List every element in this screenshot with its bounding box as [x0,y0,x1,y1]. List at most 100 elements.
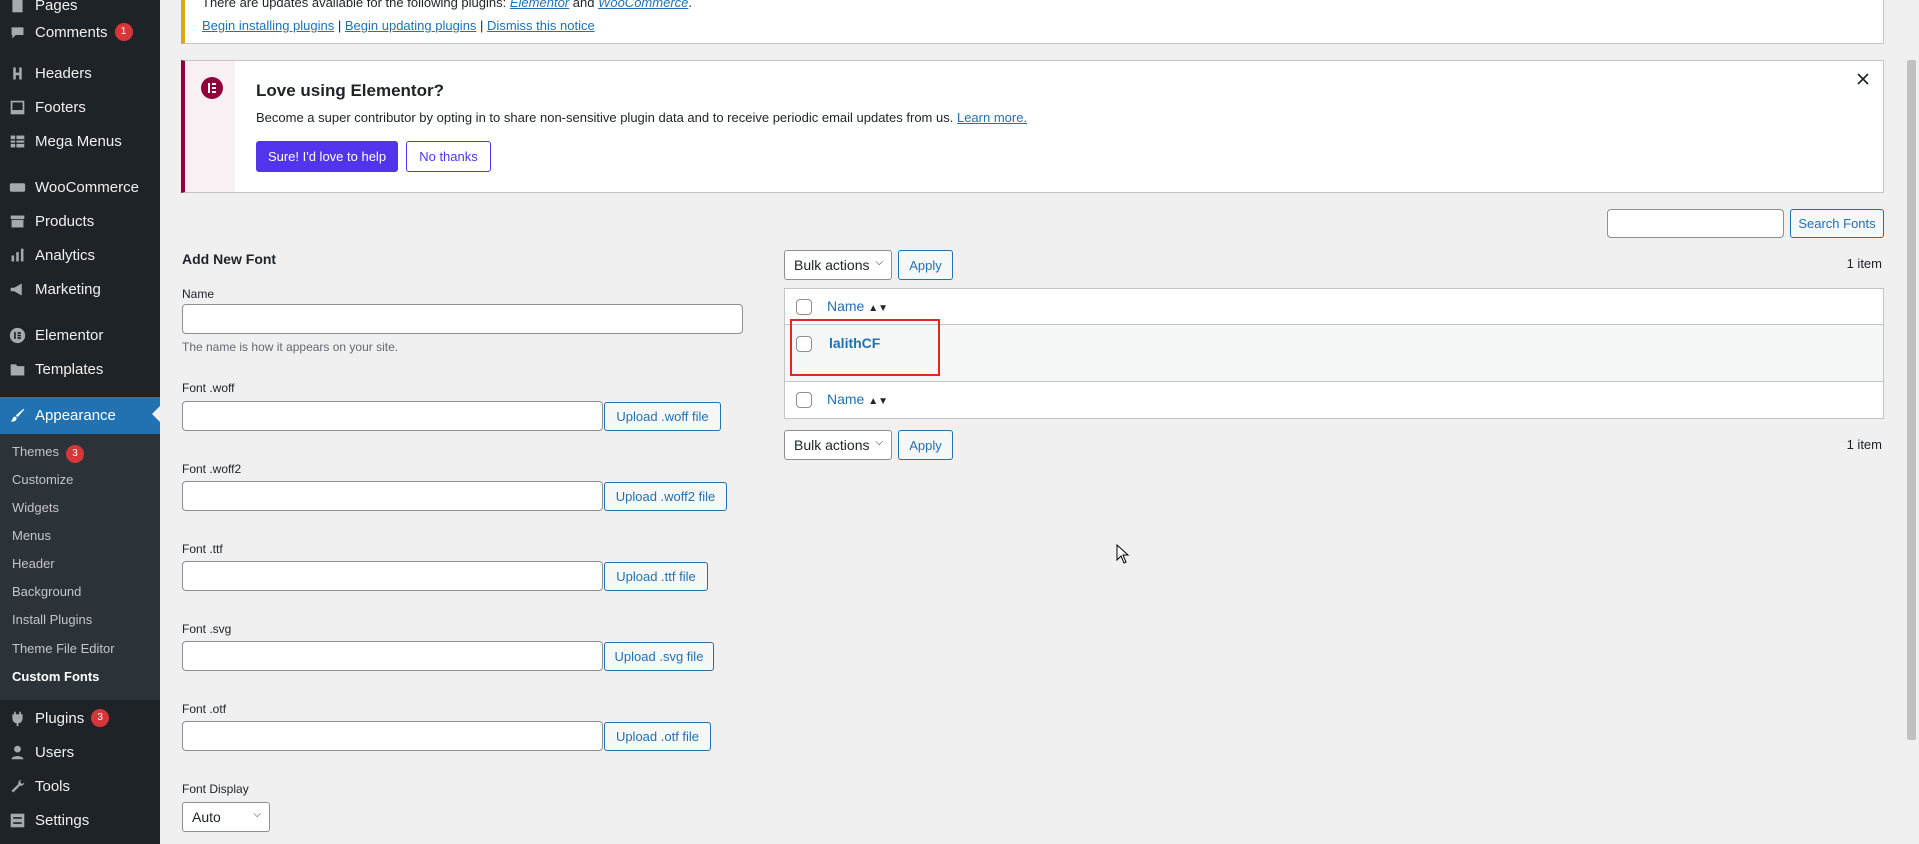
font-display-select[interactable]: Auto ⌵ [182,802,270,832]
table-icon [10,135,25,148]
paintbrush-icon [10,408,25,422]
upload-ttf-button[interactable]: Upload .ttf file [604,562,708,591]
submenu-theme-file-editor[interactable]: Theme File Editor [12,639,115,659]
submenu-customize[interactable]: Customize [12,470,73,490]
settings-icon [10,813,25,828]
elementor-plugin-link[interactable]: Elementor [510,0,569,10]
table-row: lalithCF [785,319,1883,382]
upload-woff-button[interactable]: Upload .woff file [604,402,721,431]
bulk-actions-value: Bulk actions [794,257,870,273]
upload-otf-button[interactable]: Upload .otf file [604,722,711,751]
font-ttf-input[interactable] [182,561,603,591]
upload-svg-button[interactable]: Upload .svg file [604,642,714,671]
menu-products[interactable]: Products [0,204,160,238]
menu-elementor[interactable]: Elementor [0,318,160,352]
menu-label: Tools [35,777,71,795]
mouse-cursor-icon [1116,544,1130,564]
font-display-value: Auto [192,809,221,825]
menu-tools[interactable]: Tools [0,769,160,803]
woocommerce-plugin-link[interactable]: WooCommerce [598,0,688,10]
font-woff2-input[interactable] [182,481,603,511]
user-icon [11,745,24,760]
comments-count-badge: 1 [114,23,133,41]
menu-users[interactable]: Users [0,735,160,769]
elementor-icon [9,327,26,344]
no-thanks-button[interactable]: No thanks [406,141,491,172]
plug-icon [12,711,23,727]
close-icon[interactable] [1857,73,1869,85]
plugins-update-badge: 3 [91,709,110,727]
name-column-header[interactable]: Name ▲▼ [827,298,888,314]
opt-in-button[interactable]: Sure! I'd love to help [256,141,398,172]
learn-more-link[interactable]: Learn more. [957,110,1027,125]
apply-button-top[interactable]: Apply [898,250,953,280]
menu-label: WooCommerce [35,178,139,196]
notice-text: Become a super contributor by opting in … [256,110,954,125]
search-fonts-input[interactable] [1607,209,1784,238]
menu-marketing[interactable]: Marketing [0,272,160,306]
dismiss-notice-link[interactable]: Dismiss this notice [487,18,595,33]
appearance-submenu: Themes 3 Customize Widgets Menus Header B… [0,434,160,700]
font-ttf-label: Font .ttf [182,542,223,556]
menu-mega-menus[interactable]: Mega Menus [0,124,160,158]
menu-label: Footers [35,98,86,116]
menu-label: Settings [35,811,90,829]
scrollbar-thumb[interactable] [1907,60,1916,740]
name-help-text: The name is how it appears on your site. [182,340,399,354]
font-otf-input[interactable] [182,721,603,751]
submenu-install-plugins[interactable]: Install Plugins [12,610,92,630]
submenu-header[interactable]: Header [12,554,55,574]
submenu-menus[interactable]: Menus [12,526,51,546]
submenu-label: Themes [12,444,59,459]
upload-woff2-button[interactable]: Upload .woff2 file [604,482,727,511]
submenu-background[interactable]: Background [12,582,81,602]
begin-updating-link[interactable]: Begin updating plugins [345,18,477,33]
admin-sidebar: Pages Comments 1 Headers Footers Mega Me… [0,0,160,844]
begin-installing-link[interactable]: Begin installing plugins [202,18,334,33]
menu-appearance[interactable]: Appearance [0,397,160,434]
name-column-footer[interactable]: Name ▲▼ [827,391,888,407]
scrollbar-track[interactable] [1904,0,1919,844]
update-text: There are updates available for the foll… [202,0,507,10]
menu-woocommerce[interactable]: WooCommerce [0,170,160,204]
comments-icon [11,27,24,39]
font-svg-input[interactable] [182,641,603,671]
font-otf-label: Font .otf [182,702,227,716]
table-footer: Name ▲▼ [785,382,1883,418]
fonts-table: Name ▲▼ lalithCF Name ▲▼ [784,288,1884,419]
font-name-input[interactable] [182,304,743,334]
notice-body: Become a super contributor by opting in … [256,110,1027,125]
highlight-box [790,319,940,376]
bulk-actions-select-bottom[interactable]: Bulk actions ⌵ [784,430,892,460]
menu-settings[interactable]: Settings [0,803,160,837]
update-notice-text: There are updates available for the foll… [202,0,692,10]
font-woff2-label: Font .woff2 [182,462,242,476]
menu-label: Appearance [35,407,116,424]
menu-label: Mega Menus [35,132,122,150]
item-count-top: 1 item [1846,256,1882,271]
menu-analytics[interactable]: Analytics [0,238,160,272]
chevron-down-icon: ⌵ [875,437,883,448]
bulk-actions-select-top[interactable]: Bulk actions ⌵ [784,250,892,280]
menu-label: Elementor [35,326,104,344]
search-fonts-button[interactable]: Search Fonts [1790,209,1884,238]
apply-button-bottom[interactable]: Apply [898,430,953,460]
menu-footers[interactable]: Footers [0,90,160,124]
submenu-custom-fonts[interactable]: Custom Fonts [12,667,99,687]
elementor-logo-icon [201,77,223,99]
sort-icon: ▲▼ [868,396,889,407]
menu-comments[interactable]: Comments 1 [0,15,160,49]
bulk-actions-value: Bulk actions [794,437,870,453]
bar-chart-icon [11,248,24,262]
select-all-checkbox-bottom[interactable] [796,392,812,408]
menu-headers[interactable]: Headers [0,56,160,90]
menu-label: Templates [35,360,104,378]
menu-label: Analytics [35,246,96,264]
select-all-checkbox[interactable] [796,299,812,315]
menu-plugins[interactable]: Plugins 3 [0,701,160,735]
submenu-themes[interactable]: Themes 3 [12,442,84,463]
menu-label: Products [35,212,95,230]
menu-templates[interactable]: Templates [0,352,160,386]
font-woff-input[interactable] [182,401,603,431]
submenu-widgets[interactable]: Widgets [12,498,59,518]
